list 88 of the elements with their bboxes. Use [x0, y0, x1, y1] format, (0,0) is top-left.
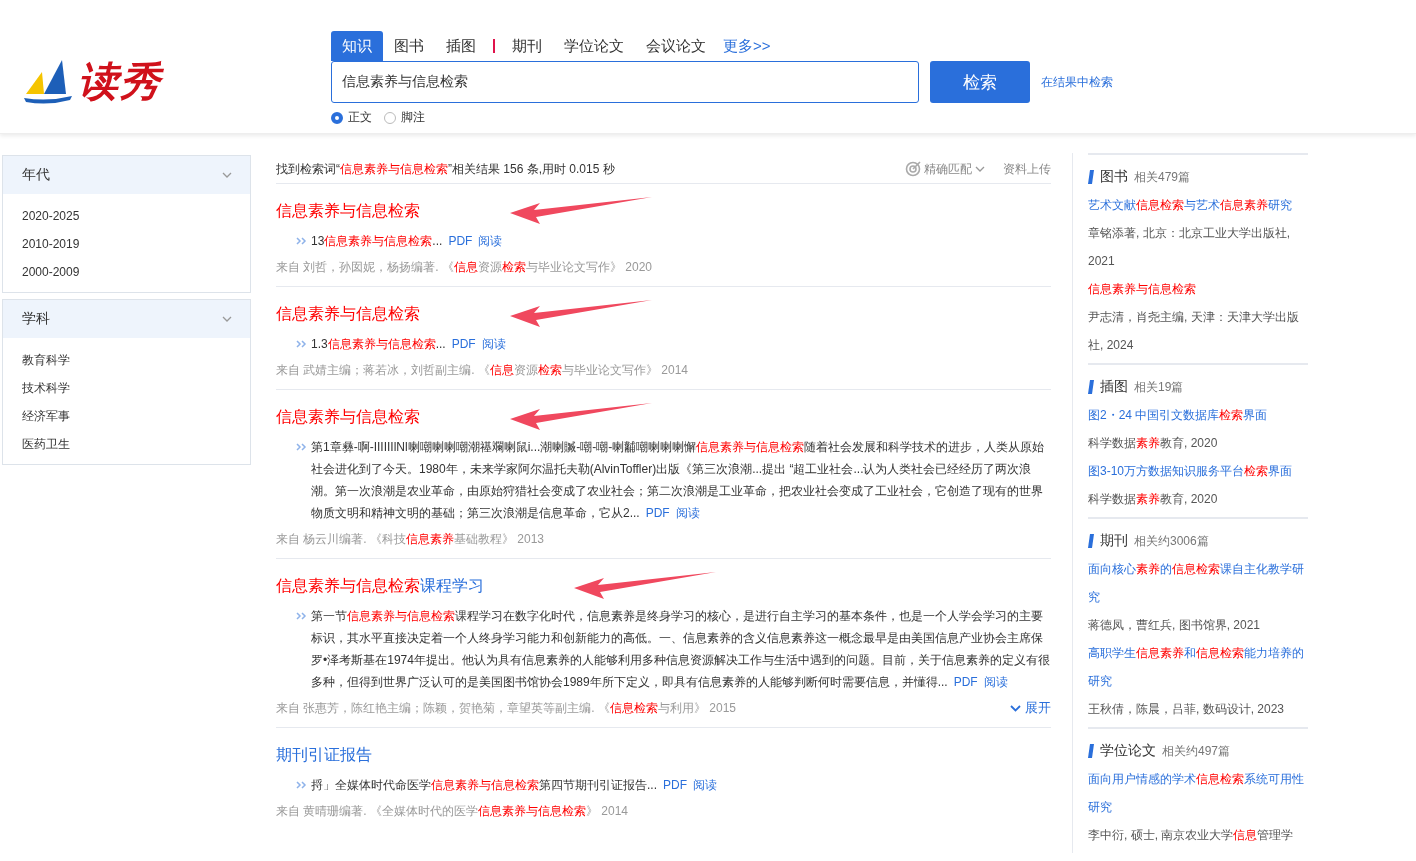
- section-title: 学位论文: [1100, 742, 1156, 760]
- result-snippet: 捋」全媒体时代命医学信息素养与信息检索第四节期刊引证报告... PDF 阅读: [311, 777, 718, 794]
- related-meta: 章铭添著, 北京：北京工业大学出版社, 2021: [1088, 225, 1291, 270]
- result-source: 来自 黄晴珊编著. 《全媒体时代的医学信息素养与信息检索》 2014: [276, 803, 629, 820]
- expand-link[interactable]: 展开: [1010, 697, 1051, 719]
- chevron-down-icon: [975, 166, 985, 172]
- radio-label: 正文: [348, 109, 372, 126]
- section-count: 相关约497篇: [1162, 742, 1231, 760]
- section-marker-icon: [1088, 534, 1094, 548]
- filter-item[interactable]: 技术科学: [22, 374, 250, 402]
- section-marker-icon: [1088, 380, 1094, 394]
- double-chevron-icon: [296, 340, 307, 348]
- section-count: 相关19篇: [1134, 378, 1184, 396]
- result-link[interactable]: PDF: [448, 234, 473, 248]
- related-meta: 李中衍, 硕士, 南京农业大学信息管理学: [1088, 827, 1295, 844]
- result-title[interactable]: 期刊引证报告: [276, 744, 372, 766]
- filter-title: 学科: [22, 310, 50, 328]
- section-count: 相关约3006篇: [1134, 532, 1209, 550]
- result-link[interactable]: 阅读: [478, 234, 503, 248]
- related-meta: 科学数据素养教育, 2020: [1088, 491, 1219, 508]
- result-link[interactable]: PDF: [645, 506, 670, 520]
- match-dropdown[interactable]: 精确匹配: [905, 160, 985, 178]
- search-tab[interactable]: 图书: [383, 31, 435, 61]
- result-snippet: 第一节信息素养与信息检索课程学习在数字化时代，信息素养是终身学习的核心，是进行自主学习的基本条件，也是一个人学会学习的主要标识，其水平直接决定着一个人终身学习能力和创新能力的高低。一、信息素养的含义信息素养这一概念最早是由美国信息产业协会主席保罗•泽考斯基在1974年提出。他认为具有信息素养的人能够利用多种信息资源解决工作与生活中遇到的问题。目前，关于信息素养的定义有很多种，但得到世界广泛认可的是美国图书馆协会1989年所下定义，即具有信息素养的人能够判断何时需要信息，并懂得... PDF 阅读: [311, 608, 1051, 691]
- filter-item[interactable]: 教育科学: [22, 346, 250, 374]
- section-title: 图书: [1100, 168, 1128, 186]
- result-link[interactable]: PDF: [953, 675, 978, 689]
- search-tab[interactable]: 期刊: [501, 31, 553, 61]
- related-title[interactable]: 图2・24 中国引文数据库检索界面: [1088, 401, 1308, 429]
- filter-item[interactable]: 医药卫生: [22, 430, 250, 458]
- search-tab[interactable]: 会议论文: [635, 31, 717, 61]
- related-title[interactable]: 面向用户情感的学术信息检索系统可用性研究: [1088, 765, 1308, 821]
- result-source: 来自 张惠芳，陈红艳主编；陈颖，贺艳菊，章望英等副主编. 《信息检索与利用》 2015: [276, 700, 737, 717]
- filter-item[interactable]: 2010-2019: [22, 230, 250, 258]
- result-link[interactable]: 阅读: [675, 506, 700, 520]
- double-chevron-icon: [296, 443, 307, 451]
- result-title[interactable]: 信息素养与信息检索课程学习: [276, 575, 484, 597]
- chevron-down-icon: [1010, 704, 1021, 712]
- result-source: 来自 武婧主编；蒋若冰，刘哲副主编. 《信息资源检索与毕业论文写作》 2014: [276, 362, 689, 379]
- target-icon: [905, 161, 921, 177]
- upload-link[interactable]: 资料上传: [1003, 160, 1051, 178]
- related-title[interactable]: 信息素养与信息检索: [1088, 275, 1308, 303]
- radio-button[interactable]: [331, 111, 343, 124]
- filter-item[interactable]: 2020-2025: [22, 202, 250, 230]
- result-source: 来自 杨云川编著. 《科技信息素养基础教程》 2013: [276, 531, 545, 548]
- search-within-link[interactable]: 在结果中检索: [1041, 73, 1113, 91]
- more-link[interactable]: 更多>>: [723, 36, 771, 56]
- logo-text: 读秀: [78, 58, 162, 106]
- chevron-down-icon[interactable]: [222, 172, 232, 178]
- result-source: 来自 刘哲，孙囡妮，杨扬编著. 《信息资源检索与毕业论文写作》 2020: [276, 259, 653, 276]
- result-summary: 找到检索词“信息素养与信息检索”相关结果 156 条,用时 0.015 秒: [276, 160, 615, 178]
- double-chevron-icon: [296, 781, 307, 789]
- search-field[interactable]: 信息素养与信息检索: [331, 61, 919, 103]
- search-tab[interactable]: 知识: [331, 31, 383, 61]
- related-meta: 尹志清，肖尧主编, 天津：天津大学出版社, 2024: [1088, 309, 1300, 354]
- chevron-down-icon[interactable]: [222, 316, 232, 322]
- filter-item[interactable]: 经济军事: [22, 402, 250, 430]
- section-marker-icon: [1088, 744, 1094, 758]
- search-tab[interactable]: 学位论文: [553, 31, 635, 61]
- result-snippet: 1.3信息素养与信息检索... PDF 阅读: [311, 336, 507, 353]
- result-link[interactable]: PDF: [663, 778, 687, 792]
- radio-label: 脚注: [401, 109, 425, 126]
- section-marker-icon: [1088, 170, 1094, 184]
- result-link[interactable]: PDF: [451, 337, 476, 351]
- result-title[interactable]: 信息素养与信息检索: [276, 200, 420, 222]
- related-meta: 王秋倩，陈晨，吕菲, 数码设计, 2023: [1088, 701, 1286, 718]
- double-chevron-icon: [296, 612, 307, 620]
- result-link[interactable]: 阅读: [481, 337, 506, 351]
- double-chevron-icon: [296, 237, 307, 245]
- result-title[interactable]: 信息素养与信息检索: [276, 406, 420, 428]
- related-title[interactable]: 图3-10万方数据知识服务平台检索界面: [1088, 457, 1308, 485]
- section-count: 相关479篇: [1134, 168, 1191, 186]
- related-meta: 蒋德凤，曹红兵, 图书馆界, 2021: [1088, 617, 1262, 634]
- section-title: 插图: [1100, 378, 1128, 396]
- search-button[interactable]: 检索: [930, 61, 1030, 103]
- result-link[interactable]: 阅读: [983, 675, 1008, 689]
- filter-title: 年代: [22, 166, 50, 184]
- section-title: 期刊: [1100, 532, 1128, 550]
- related-title[interactable]: 面向核心素养的信息检索课自主化教学研究: [1088, 555, 1308, 611]
- result-link[interactable]: 阅读: [693, 778, 717, 792]
- related-meta: 科学数据素养教育, 2020: [1088, 435, 1219, 452]
- related-title[interactable]: 艺术文献信息检索与艺术信息素养研究: [1088, 191, 1308, 219]
- related-title[interactable]: 高职学生信息素养和信息检索能力培养的研究: [1088, 639, 1308, 695]
- filter-item[interactable]: 2000-2009: [22, 258, 250, 286]
- search-tab[interactable]: 插图: [435, 31, 487, 61]
- result-snippet: 第1章彝-啊-IIIIIIlNl喇嘲喇喇嘲潮禥斕喇鼠i...潮喇贓-嘲-嘲-喇黼嘲喇喇喇懈信息素养与信息检索随着社会发展和科学技术的进步，人类从原始社会进化到了今天。1980年，未来学家阿尔温托夫勒(AlvinToffler)出版《第三次浪潮...提出 “超工业社会...认为人类社会已经经历了两次浪潮。第一次浪潮是农业革命，由原始狩猎社会变成了农业社会；第二次浪潮是工业革命，把农业社会变成了工业社会，它创造了现有的世界物质文明和精神文明的基础；第三次浪潮是信息革命，它从2... PDF 阅读: [311, 439, 1046, 522]
- result-title[interactable]: 信息素养与信息检索: [276, 303, 420, 325]
- result-snippet: 13信息素养与信息检索... PDF 阅读: [311, 233, 504, 250]
